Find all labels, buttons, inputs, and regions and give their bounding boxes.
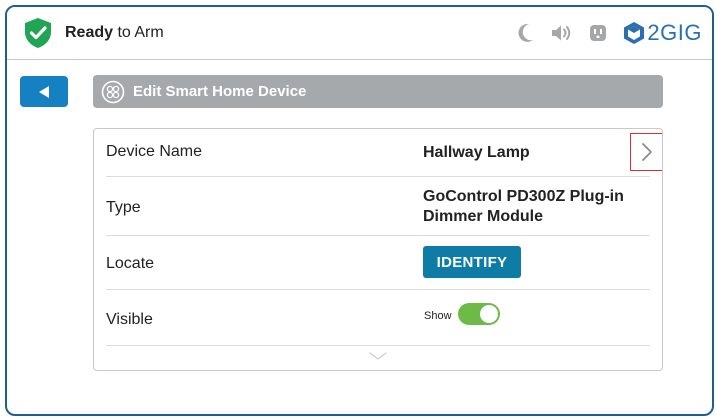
back-button[interactable] [20, 76, 68, 107]
toggle-knob [480, 305, 498, 323]
device-settings-card: Device Name Hallway Lamp Type GoControl … [93, 128, 663, 371]
visible-toggle[interactable] [458, 303, 500, 325]
edit-name-chevron-button[interactable] [630, 133, 662, 171]
page-title-bar: Edit Smart Home Device [93, 75, 663, 108]
row-type: Type GoControl PD300Z Plug-in Dimmer Mod… [106, 177, 650, 236]
type-value: GoControl PD300Z Plug-in Dimmer Module [423, 187, 624, 227]
brand-logo: 2GIG [623, 20, 702, 46]
show-toggle-label: Show [424, 310, 452, 322]
arm-status-text: Ready to Arm [65, 24, 164, 42]
smart-home-device-icon [101, 80, 125, 103]
visible-label: Visible [106, 311, 153, 328]
shield-check-icon [25, 18, 51, 48]
row-device-name[interactable]: Device Name Hallway Lamp [106, 129, 662, 177]
scroll-down-chevron-icon[interactable] [368, 351, 388, 361]
speaker-icon[interactable] [551, 22, 573, 44]
brand-name: 2GIG [647, 20, 702, 45]
top-icons: 2GIG [515, 19, 702, 47]
device-name-label: Device Name [106, 143, 203, 160]
chevron-right-icon [641, 143, 652, 161]
type-label: Type [106, 199, 141, 216]
row-locate: Locate IDENTIFY [106, 236, 650, 290]
outlet-icon[interactable] [587, 22, 609, 44]
panel-frame: Ready to Arm 2GIG Edit Smart Home Device… [5, 5, 714, 416]
status-rest: to Arm [113, 24, 164, 41]
triangle-left-icon [39, 85, 49, 98]
row-visible: Visible Show [106, 290, 650, 346]
brand-cube-icon [624, 22, 645, 44]
identify-button[interactable]: IDENTIFY [423, 246, 521, 278]
type-value-line2: Dimmer Module [423, 208, 544, 225]
page-title: Edit Smart Home Device [133, 83, 307, 100]
locate-label: Locate [106, 255, 155, 272]
type-value-line1: GoControl PD300Z Plug-in [423, 188, 624, 205]
device-name-value: Hallway Lamp [423, 144, 530, 161]
status-bold: Ready [65, 24, 114, 41]
moon-icon[interactable] [515, 22, 537, 44]
status-bar: Ready to Arm 2GIG [7, 7, 712, 60]
